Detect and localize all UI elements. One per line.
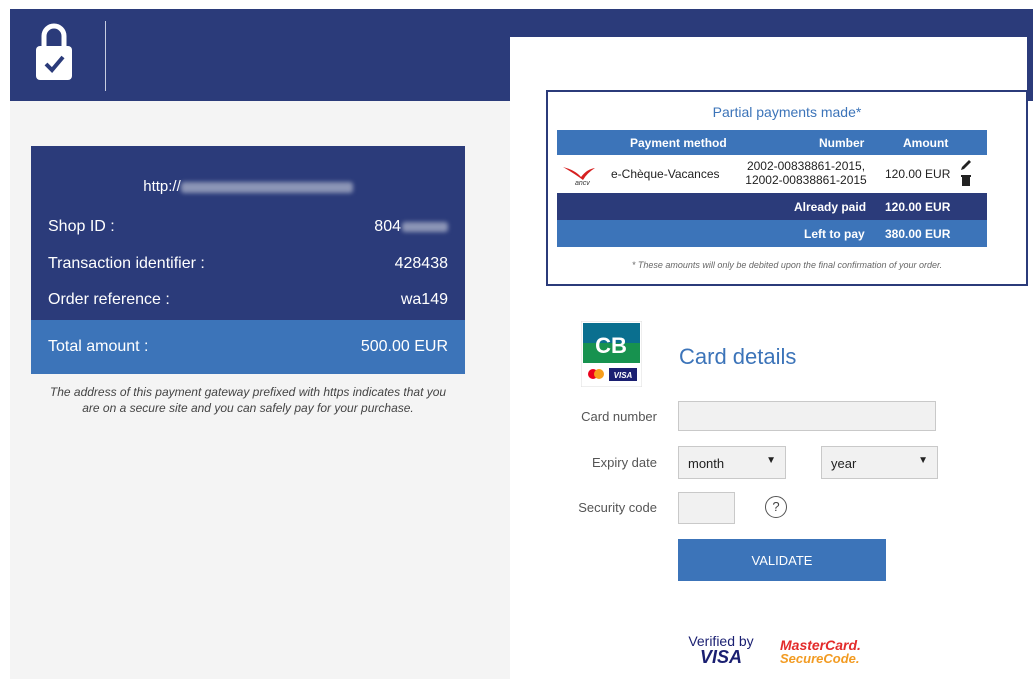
left-to-pay-row: Left to pay 380.00 EUR <box>557 220 987 247</box>
payment-amount: 120.00 EUR <box>885 167 951 181</box>
order-reference-label: Order reference : <box>48 291 170 308</box>
header-amount: Amount <box>903 136 949 150</box>
table-header: Payment method Number Amount <box>557 130 987 155</box>
header-number: Number <box>819 136 865 150</box>
blurred-domain <box>180 181 353 193</box>
left-to-pay-label: Left to pay <box>804 227 865 241</box>
expiry-month-select[interactable]: month ▼ <box>678 446 786 479</box>
card-number-label: Card number <box>581 409 657 424</box>
total-amount-row: Total amount : 500.00 EUR <box>48 338 448 358</box>
payment-number: 2002-00838861-2015, 12002-00838861-2015 <box>745 159 867 187</box>
card-details-title: Card details <box>679 344 797 369</box>
transaction-id-row: Transaction identifier : 428438 <box>48 255 448 275</box>
security-code-input[interactable] <box>678 492 735 524</box>
merchant-info-box: http:// Shop ID : 804 Transaction identi… <box>31 146 465 374</box>
already-paid-label: Already paid <box>794 200 867 214</box>
header-payment-method: Payment method <box>630 136 727 150</box>
pencil-icon[interactable] <box>960 159 972 171</box>
verified-by-visa-logo: Verified by VISA <box>688 633 754 667</box>
partial-payments-note: * These amounts will only be debited upo… <box>631 260 943 270</box>
left-edge <box>0 9 10 679</box>
security-code-label: Security code <box>578 500 657 515</box>
expiry-year-select[interactable]: year ▼ <box>821 446 938 479</box>
ancv-logo: ancv <box>563 167 595 186</box>
order-reference-row: Order reference : wa149 <box>48 291 448 311</box>
validate-button[interactable]: VALIDATE <box>678 539 886 581</box>
shop-id-row: Shop ID : 804 <box>48 218 448 238</box>
merchant-url-prefix: http:// <box>143 178 181 195</box>
svg-text:CB: CB <box>595 333 627 358</box>
chevron-down-icon: ▼ <box>918 455 928 466</box>
total-amount-value: 500.00 EUR <box>360 338 448 355</box>
trash-icon[interactable] <box>961 174 971 186</box>
expiry-month-value: month <box>688 456 725 471</box>
expiry-year-value: year <box>831 456 857 471</box>
payment-method-name: e-Chèque-Vacances <box>611 167 720 181</box>
svg-text:VISA: VISA <box>614 371 633 380</box>
total-amount-label: Total amount : <box>48 338 149 355</box>
already-paid-row: Already paid 120.00 EUR <box>557 193 987 220</box>
svg-text:ancv: ancv <box>575 180 590 186</box>
secure-site-note: The address of this payment gateway pref… <box>49 385 447 415</box>
already-paid-value: 120.00 EUR <box>885 200 951 214</box>
shop-id-value: 804 <box>374 218 448 236</box>
table-row: ancv e-Chèque-Vacances 2002-00838861-201… <box>557 155 987 193</box>
chevron-down-icon: ▼ <box>766 455 776 466</box>
partial-payments-box: Partial payments made* Payment method Nu… <box>546 90 1028 286</box>
mastercard-securecode-logo: MasterCard. SecureCode. <box>780 637 861 666</box>
total-amount-bar: Total amount : 500.00 EUR <box>31 320 465 374</box>
expiry-date-label: Expiry date <box>591 455 657 470</box>
shop-id-label: Shop ID : <box>48 218 115 235</box>
order-reference-value: wa149 <box>400 291 448 308</box>
partial-payments-title: Partial payments made* <box>712 104 862 120</box>
left-to-pay-value: 380.00 EUR <box>885 227 951 241</box>
transaction-id-label: Transaction identifier : <box>48 255 205 272</box>
card-number-input[interactable] <box>678 401 936 431</box>
merchant-url: http:// <box>31 178 465 195</box>
padlock-check-icon <box>36 23 72 80</box>
help-icon[interactable]: ? <box>765 496 787 518</box>
transaction-id-value: 428438 <box>394 255 448 272</box>
header-divider <box>105 21 106 91</box>
cb-card-logo: CB VISA <box>581 321 642 387</box>
